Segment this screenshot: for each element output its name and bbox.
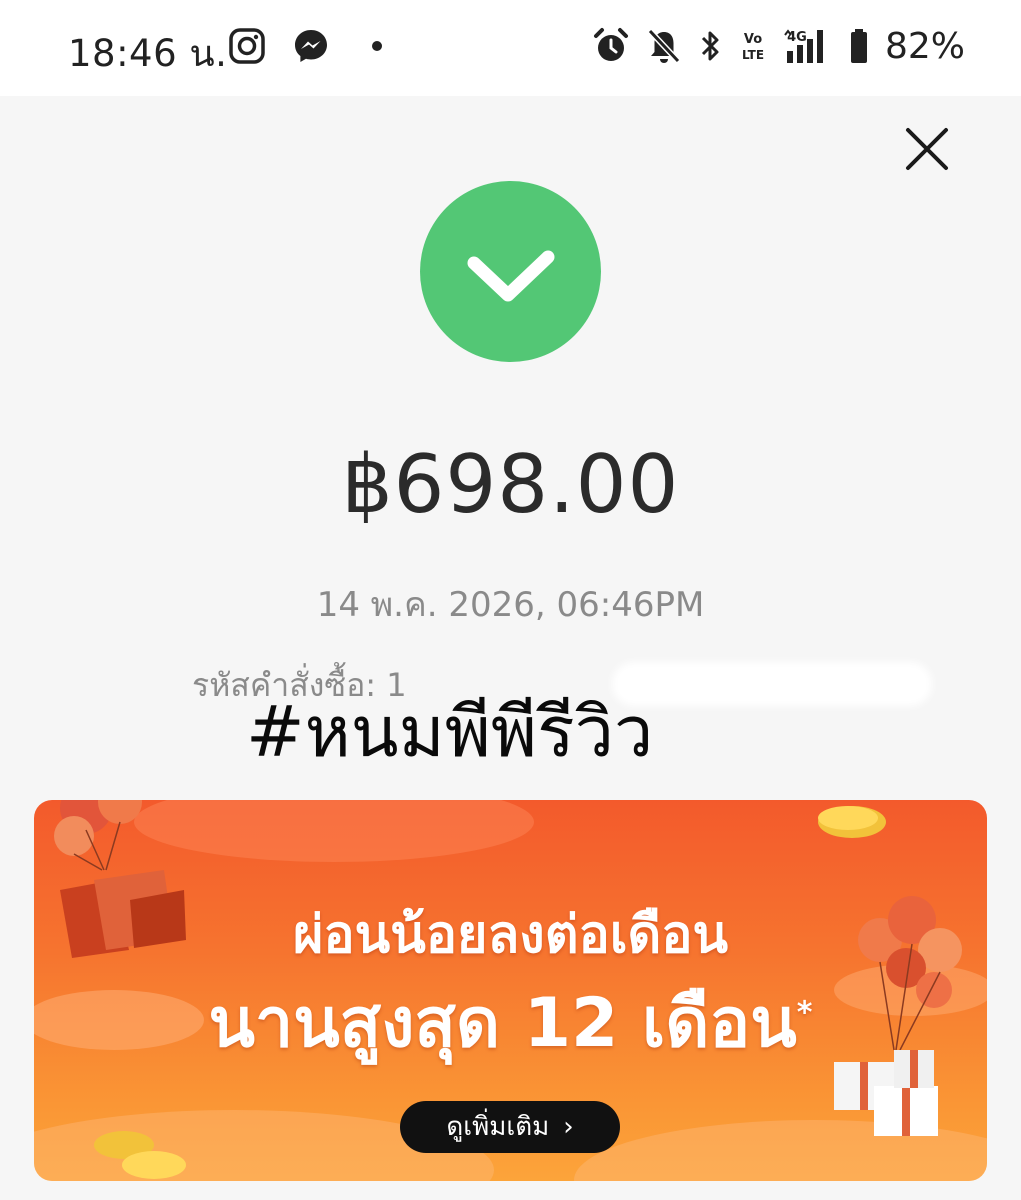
status-notification-icons <box>228 26 384 66</box>
status-system-icons: Vo LTE 4G 82% <box>593 24 965 68</box>
promo-footnote-mark: * <box>796 995 813 1031</box>
payment-datetime: 14 พ.ค. 2026, 06:46PM <box>316 585 705 625</box>
payment-amount: ฿698.00 <box>341 438 680 531</box>
check-circle-icon <box>420 181 601 362</box>
volte-icon: Vo LTE <box>739 27 767 65</box>
chevron-right-icon: › <box>563 1112 574 1142</box>
promo-subheadline-text: นานสูงสุด 12 เดือน <box>208 984 797 1063</box>
dot-icon <box>370 39 384 53</box>
instagram-icon <box>228 27 266 65</box>
close-icon <box>906 128 948 170</box>
svg-text:LTE: LTE <box>742 48 764 62</box>
svg-text:Vo: Vo <box>744 32 762 47</box>
messenger-icon <box>292 27 330 65</box>
installment-promo-banner[interactable]: ผ่อนน้อยลงต่อเดือน นานสูงสุด 12 เดือน* ด… <box>34 800 987 1181</box>
order-id-redaction <box>612 662 932 706</box>
bell-muted-icon <box>645 27 683 65</box>
hashtag-overlay-text: #หนมพีพีรีวิว <box>246 691 654 773</box>
bluetooth-icon <box>699 27 723 65</box>
close-button[interactable] <box>898 120 956 178</box>
alarm-icon <box>593 27 629 65</box>
battery-icon <box>849 27 869 65</box>
status-bar: 18:46 น. Vo LTE 4G 82% <box>0 0 1021 96</box>
promo-subheadline: นานสูงสุด 12 เดือน* <box>34 968 987 1076</box>
status-time: 18:46 น. <box>68 32 228 75</box>
signal-4g-icon: 4G <box>783 27 833 65</box>
battery-percent: 82% <box>884 25 965 67</box>
promo-headline: ผ่อนน้อยลงต่อเดือน <box>292 905 729 965</box>
see-more-label: ดูเพิ่มเติม <box>446 1112 550 1142</box>
see-more-button[interactable]: ดูเพิ่มเติม › <box>400 1101 620 1153</box>
